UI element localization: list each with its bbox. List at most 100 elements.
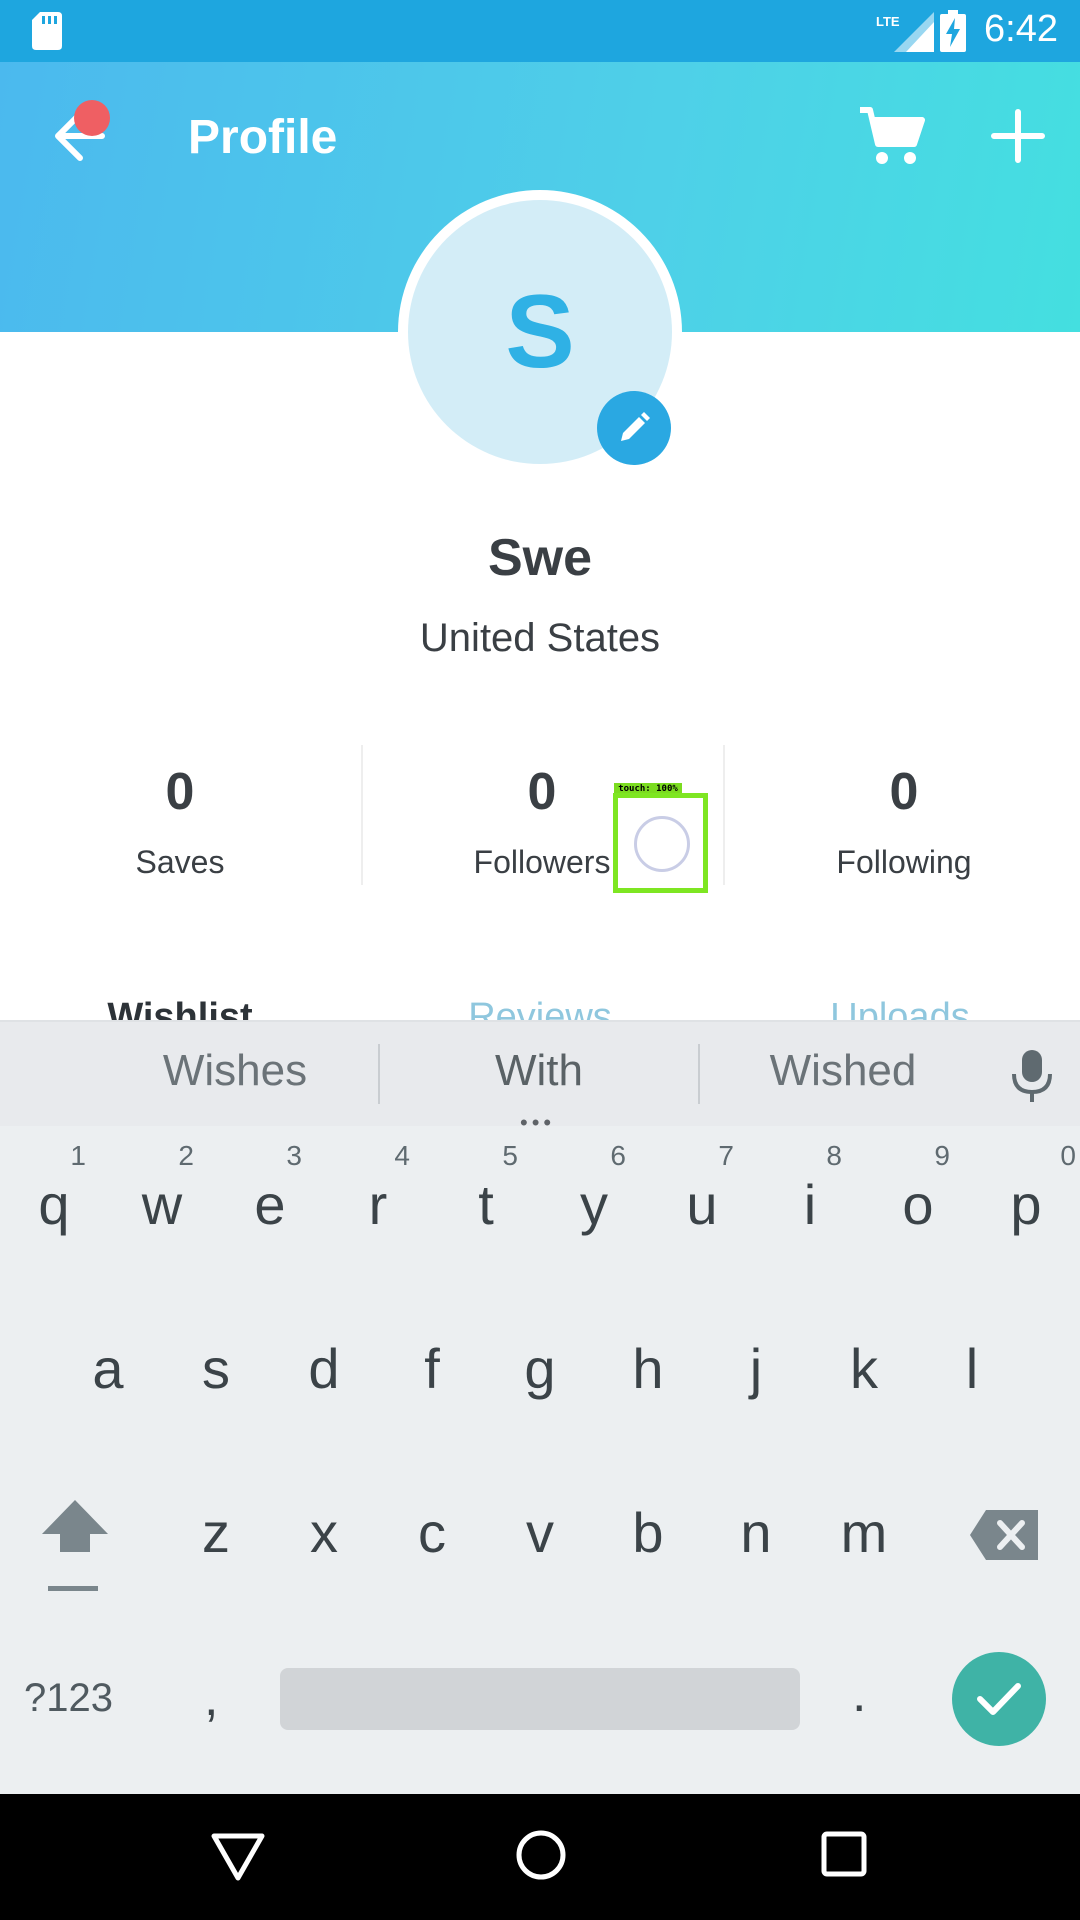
key-u[interactable]: 7 u xyxy=(648,1140,756,1260)
key-g[interactable]: g xyxy=(486,1304,594,1424)
lte-signal-icon: LTE xyxy=(876,12,934,52)
key-label: a xyxy=(92,1337,124,1400)
key-hint: 2 xyxy=(178,1140,194,1171)
key-v[interactable]: v xyxy=(486,1468,594,1588)
key-q[interactable]: 1 q xyxy=(0,1140,108,1260)
stat-label: Saves xyxy=(135,844,225,880)
avatar-initial: S xyxy=(505,273,575,390)
key-label: c xyxy=(418,1501,446,1564)
stat-value: 0 xyxy=(165,763,195,821)
stat-following[interactable]: 0 Following xyxy=(724,750,1080,900)
tab-wishlist[interactable]: Wishlist xyxy=(0,996,360,1020)
key-label: i xyxy=(803,1173,817,1236)
key-hint: 0 xyxy=(1060,1140,1076,1171)
key-y[interactable]: 6 y xyxy=(540,1140,648,1260)
key-label: p xyxy=(1010,1173,1042,1236)
clock: 6:42 xyxy=(984,8,1058,50)
sd-card-icon xyxy=(32,12,62,50)
more-suggestions-dots: ••• xyxy=(520,1110,556,1135)
tab-uploads[interactable]: Uploads xyxy=(720,996,1080,1020)
key-label: o xyxy=(902,1173,934,1236)
profile-tabs: Wishlist Reviews Uploads xyxy=(0,990,1080,1020)
key-h[interactable]: h xyxy=(594,1304,702,1424)
nav-recents-icon[interactable] xyxy=(820,1830,868,1878)
key-e[interactable]: 3 e xyxy=(216,1140,324,1260)
key-label: w xyxy=(141,1173,183,1236)
suggestion-item[interactable]: Wished xyxy=(730,1046,956,1096)
edit-avatar-button[interactable] xyxy=(597,391,671,465)
key-label: m xyxy=(840,1501,888,1564)
suggestion-bar: Wishes With ••• Wished xyxy=(0,1020,1080,1135)
nav-back-icon[interactable] xyxy=(210,1830,266,1884)
key-label: n xyxy=(740,1501,772,1564)
spacebar[interactable] xyxy=(280,1668,800,1730)
key-label: h xyxy=(632,1337,664,1400)
key-r[interactable]: 4 r xyxy=(324,1140,432,1260)
key-d[interactable]: d xyxy=(270,1304,378,1424)
key-label: g xyxy=(524,1337,556,1400)
tab-reviews[interactable]: Reviews xyxy=(360,996,720,1020)
key-hint: 8 xyxy=(826,1140,842,1171)
nav-home-icon[interactable] xyxy=(514,1828,568,1882)
period-key[interactable]: . xyxy=(852,1664,866,1724)
status-bar: LTE 6:42 xyxy=(0,0,1080,62)
key-f[interactable]: f xyxy=(378,1304,486,1424)
pencil-icon xyxy=(621,412,650,441)
key-label: l xyxy=(965,1337,979,1400)
add-icon[interactable] xyxy=(990,108,1046,164)
key-b[interactable]: b xyxy=(594,1468,702,1588)
key-a[interactable]: a xyxy=(54,1304,162,1424)
key-k[interactable]: k xyxy=(810,1304,918,1424)
key-t[interactable]: 5 t xyxy=(432,1140,540,1260)
key-i[interactable]: 8 i xyxy=(756,1140,864,1260)
key-hint: 6 xyxy=(610,1140,626,1171)
key-label: t xyxy=(478,1173,494,1236)
key-label: f xyxy=(424,1337,440,1400)
key-label: k xyxy=(850,1337,878,1400)
key-n[interactable]: n xyxy=(702,1468,810,1588)
key-hint: 1 xyxy=(70,1140,86,1171)
key-label: z xyxy=(202,1501,230,1564)
key-hint: 7 xyxy=(718,1140,734,1171)
divider xyxy=(378,1044,380,1104)
key-p[interactable]: 0 p xyxy=(972,1140,1080,1260)
key-x[interactable]: x xyxy=(270,1468,378,1588)
key-label: r xyxy=(368,1173,388,1236)
divider xyxy=(698,1044,700,1104)
key-m[interactable]: m xyxy=(810,1468,918,1588)
key-label: d xyxy=(308,1337,340,1400)
system-nav-bar xyxy=(0,1794,1080,1920)
microphone-icon[interactable] xyxy=(1008,1048,1056,1104)
comma-key[interactable]: , xyxy=(204,1668,218,1728)
key-hint: 5 xyxy=(502,1140,518,1171)
backspace-icon[interactable] xyxy=(970,1508,1040,1562)
key-j[interactable]: j xyxy=(702,1304,810,1424)
key-label: q xyxy=(38,1173,70,1236)
key-w[interactable]: 2 w xyxy=(108,1140,216,1260)
key-l[interactable]: l xyxy=(918,1304,1026,1424)
key-label: y xyxy=(580,1173,608,1236)
battery-charging-icon xyxy=(940,10,966,52)
stat-value: 0 xyxy=(889,763,919,821)
suggestion-item[interactable]: Wishes xyxy=(120,1046,350,1096)
stat-label: Following xyxy=(836,844,972,880)
key-c[interactable]: c xyxy=(378,1468,486,1588)
cart-icon[interactable] xyxy=(858,106,926,168)
shift-key-icon[interactable] xyxy=(38,1496,112,1596)
key-s[interactable]: s xyxy=(162,1304,270,1424)
key-o[interactable]: 9 o xyxy=(864,1140,972,1260)
key-label: u xyxy=(686,1173,718,1236)
key-label: b xyxy=(632,1501,664,1564)
user-name: Swe xyxy=(487,529,593,587)
key-hint: 9 xyxy=(934,1140,950,1171)
symbols-key[interactable]: ?123 xyxy=(24,1676,113,1721)
key-label: s xyxy=(202,1337,230,1400)
page-title: Profile xyxy=(188,111,338,164)
enter-key[interactable] xyxy=(952,1652,1046,1746)
suggestion-item[interactable]: With xyxy=(420,1046,658,1096)
user-location: United States xyxy=(419,616,661,660)
key-z[interactable]: z xyxy=(162,1468,270,1588)
stat-saves[interactable]: 0 Saves xyxy=(0,750,360,900)
key-label: j xyxy=(749,1337,763,1400)
key-hint: 4 xyxy=(394,1140,410,1171)
